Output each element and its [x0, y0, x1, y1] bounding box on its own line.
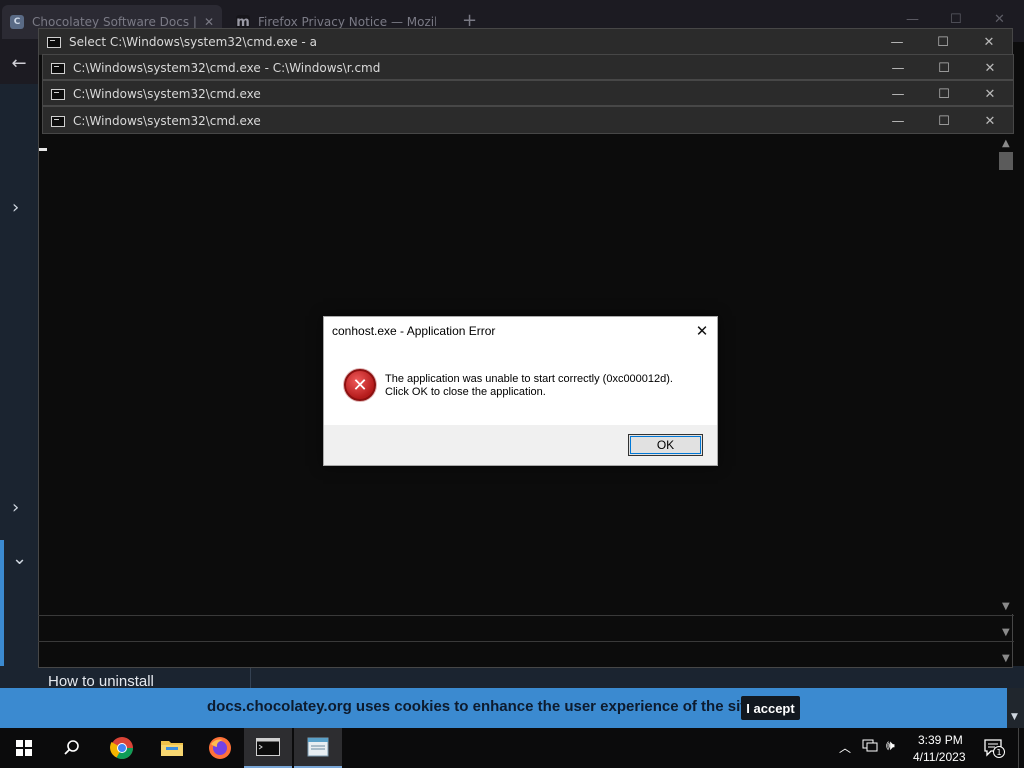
taskbar-cmd[interactable]: [244, 728, 292, 768]
chrome-icon: [110, 737, 133, 759]
page-scrollbar[interactable]: ▼: [1007, 688, 1024, 728]
cmd-icon: [256, 738, 280, 756]
network-icon[interactable]: [862, 739, 878, 756]
browser-tab-label: Firefox Privacy Notice — Mozil: [258, 15, 436, 29]
chocolatey-favicon-icon: C: [10, 15, 24, 29]
console-divider: [38, 615, 1014, 616]
browser-close-icon[interactable]: ✕: [994, 12, 1005, 27]
dialog-close-button[interactable]: ✕: [690, 320, 714, 342]
clock-time[interactable]: 3:39 PM: [918, 733, 963, 747]
taskbar-chrome[interactable]: [98, 728, 146, 768]
minimize-button[interactable]: —: [874, 29, 920, 55]
notification-center-button[interactable]: 1: [983, 738, 1005, 758]
maximize-button[interactable]: ☐: [921, 107, 967, 135]
console-window-rcmd[interactable]: C:\Windows\system32\cmd.exe - C:\Windows…: [42, 54, 1014, 80]
minimize-button[interactable]: —: [875, 55, 921, 81]
windows-start-icon: [16, 740, 32, 756]
back-arrow-icon: ←: [11, 52, 27, 74]
start-button[interactable]: [0, 728, 48, 768]
dialog-title: conhost.exe - Application Error: [332, 324, 496, 338]
divider: [250, 666, 251, 688]
console-title: C:\Windows\system32\cmd.exe: [73, 114, 261, 128]
minimize-button[interactable]: —: [875, 107, 921, 135]
cookie-banner-text: docs.chocolatey.org uses cookies to enha…: [207, 698, 758, 715]
file-explorer-icon: [161, 741, 183, 756]
search-icon: [64, 740, 79, 755]
cmd-icon: [47, 36, 61, 48]
scroll-up-arrow-icon[interactable]: ▲: [1002, 138, 1010, 149]
notification-count-badge: 1: [993, 746, 1005, 758]
console-title: Select C:\Windows\system32\cmd.exe - a: [69, 35, 317, 49]
notepad-icon: [307, 737, 329, 757]
show-hidden-icons-chevron-icon[interactable]: ︿: [839, 739, 851, 756]
console-window-cmd-2[interactable]: C:\Windows\system32\cmd.exe — ☐ ✕: [42, 80, 1014, 106]
taskbar-firefox[interactable]: [196, 728, 244, 768]
search-button[interactable]: [48, 728, 96, 768]
error-x-icon: ✕: [344, 369, 376, 401]
close-button[interactable]: ✕: [967, 81, 1013, 107]
back-button[interactable]: ←: [0, 42, 38, 84]
browser-maximize-icon[interactable]: ☐: [950, 12, 962, 27]
maximize-button[interactable]: ☐: [921, 55, 967, 81]
console-titlebar[interactable]: C:\Windows\system32\cmd.exe — ☐ ✕: [43, 107, 1013, 135]
scroll-down-arrow-icon[interactable]: ▼: [1011, 712, 1018, 722]
console-titlebar[interactable]: C:\Windows\system32\cmd.exe - C:\Windows…: [43, 55, 1013, 81]
dialog-message-line2: Click OK to close the application.: [385, 386, 546, 398]
sidebar-expand-chevron-icon[interactable]: ›: [12, 497, 19, 518]
taskbar-file-explorer[interactable]: [148, 728, 196, 768]
volume-icon[interactable]: 🕪: [886, 738, 895, 754]
close-button[interactable]: ✕: [966, 29, 1012, 55]
cmd-icon: [51, 62, 65, 74]
maximize-button[interactable]: ☐: [920, 29, 966, 55]
console-title: C:\Windows\system32\cmd.exe - C:\Windows…: [73, 61, 381, 75]
console-scroll-thumb[interactable]: [999, 152, 1013, 170]
firefox-icon: [209, 737, 231, 759]
show-desktop-button[interactable]: [1018, 728, 1024, 768]
sidebar-expand-chevron-icon[interactable]: ›: [12, 197, 19, 218]
browser-tab-label: Chocolatey Software Docs | Se: [32, 15, 196, 29]
maximize-button[interactable]: ☐: [921, 81, 967, 107]
scroll-down-arrow-icon[interactable]: ▼: [1002, 601, 1010, 612]
scroll-down-arrow-icon[interactable]: ▼: [1002, 653, 1010, 664]
console-window-cmd-1[interactable]: C:\Windows\system32\cmd.exe — ☐ ✕: [42, 106, 1014, 134]
close-button[interactable]: ✕: [967, 107, 1013, 135]
clock-date[interactable]: 4/11/2023: [913, 750, 966, 764]
scroll-down-arrow-icon[interactable]: ▼: [1002, 627, 1010, 638]
cookie-accept-button[interactable]: I accept: [741, 696, 800, 720]
cmd-icon: [51, 115, 65, 127]
cmd-icon: [51, 88, 65, 100]
console-scrollbar[interactable]: [998, 134, 1014, 614]
tab-close-icon[interactable]: ✕: [204, 15, 214, 29]
mozilla-m-favicon-icon: m: [236, 14, 250, 30]
close-button[interactable]: ✕: [967, 55, 1013, 81]
console-titlebar[interactable]: Select C:\Windows\system32\cmd.exe - a —…: [39, 29, 1012, 55]
taskbar-notepad[interactable]: [294, 728, 342, 768]
docs-sidebar: [0, 84, 38, 688]
sidebar-collapse-chevron-icon[interactable]: ⌄: [12, 548, 27, 569]
ok-button[interactable]: OK: [628, 434, 703, 456]
error-dialog: conhost.exe - Application Error ✕ ✕ The …: [323, 316, 718, 466]
console-titlebar[interactable]: C:\Windows\system32\cmd.exe — ☐ ✕: [43, 81, 1013, 107]
console-cursor: [39, 148, 47, 151]
minimize-button[interactable]: —: [875, 81, 921, 107]
console-title: C:\Windows\system32\cmd.exe: [73, 87, 261, 101]
console-divider: [38, 641, 1014, 642]
browser-minimize-icon[interactable]: —: [906, 12, 919, 27]
dialog-message-line1: The application was unable to start corr…: [385, 373, 673, 385]
